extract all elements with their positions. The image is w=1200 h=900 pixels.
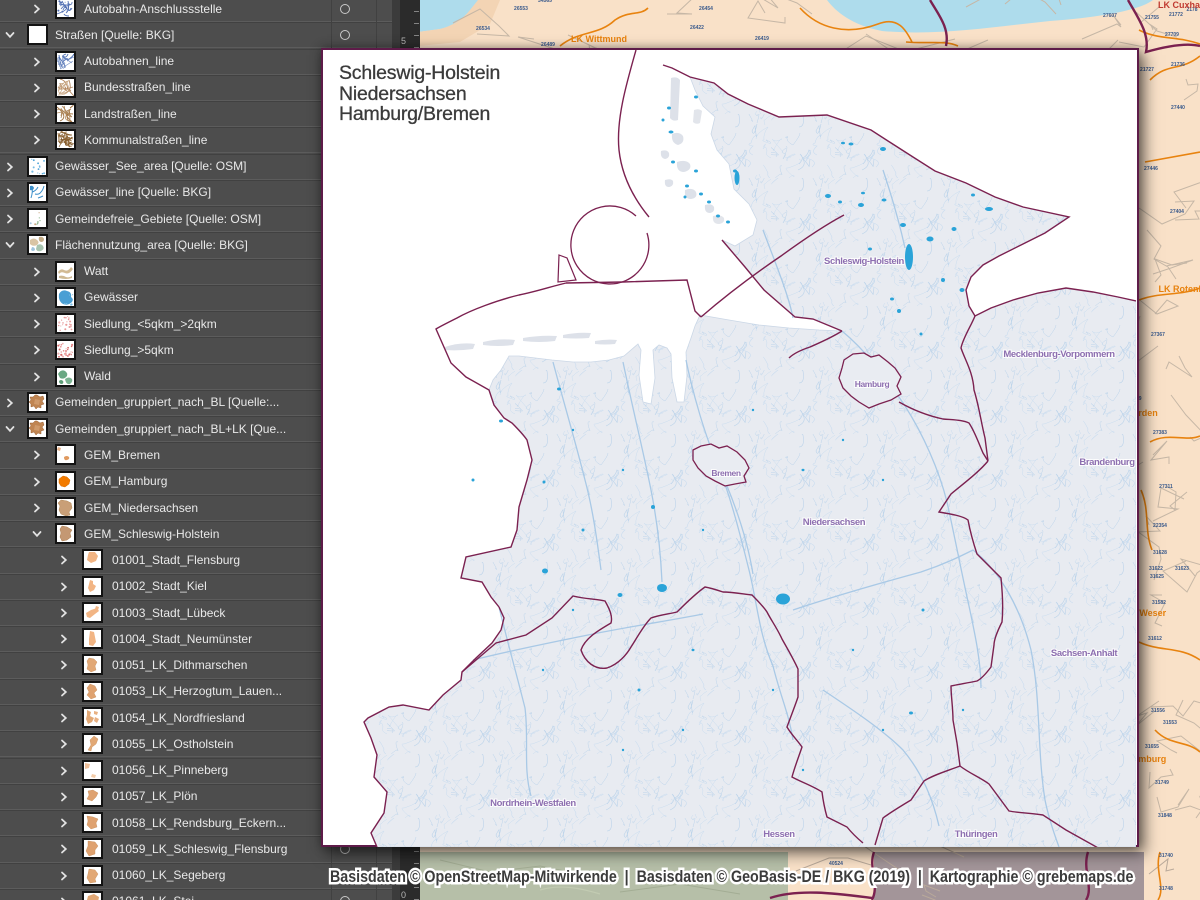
svg-text:Hamburg: Hamburg	[855, 379, 890, 389]
svg-text:22354: 22354	[1153, 523, 1167, 529]
svg-text:Mecklenburg-Vorpommern: Mecklenburg-Vorpommern	[1003, 349, 1115, 360]
svg-text:27440: 27440	[1171, 105, 1185, 111]
svg-text:31848: 31848	[1158, 813, 1172, 819]
svg-text:31748: 31748	[1159, 886, 1173, 892]
svg-text:31553: 31553	[1163, 720, 1177, 726]
svg-text:Bremen: Bremen	[711, 468, 740, 478]
svg-text:LK Rotenbu: LK Rotenbu	[1159, 284, 1200, 294]
svg-text:LK Cuxhave: LK Cuxhave	[1158, 0, 1200, 10]
svg-text:27383: 27383	[1153, 430, 1167, 436]
svg-text:31749: 31749	[1155, 780, 1169, 786]
svg-text:Niedersachsen: Niedersachsen	[803, 517, 866, 528]
svg-text:Nordrhein-Westfalen: Nordrhein-Westfalen	[490, 798, 576, 809]
svg-text:26419: 26419	[755, 36, 769, 42]
svg-text:27446: 27446	[1144, 166, 1158, 172]
svg-text:LK Wittmund: LK Wittmund	[571, 34, 627, 44]
svg-text:34565: 34565	[538, 0, 552, 4]
svg-text:27404: 27404	[1170, 209, 1184, 215]
svg-text:27311: 27311	[1159, 484, 1173, 490]
svg-text:Sachsen-Anhalt: Sachsen-Anhalt	[1051, 648, 1118, 659]
svg-text:31622: 31622	[1149, 566, 1163, 572]
svg-text:27367: 27367	[1151, 332, 1165, 338]
svg-text:21755: 21755	[1145, 15, 1159, 21]
svg-text:31628: 31628	[1153, 550, 1167, 556]
svg-text:26454: 26454	[699, 6, 713, 12]
svg-text:26534: 26534	[476, 26, 490, 32]
svg-text:Hessen: Hessen	[763, 829, 795, 840]
svg-text:31740: 31740	[1159, 853, 1173, 859]
svg-text:26553: 26553	[514, 6, 528, 12]
svg-text:Thüringen: Thüringen	[955, 829, 998, 840]
svg-text:21727: 21727	[1140, 67, 1154, 73]
svg-text:31625: 31625	[1150, 574, 1164, 580]
svg-text:Schleswig-Holstein: Schleswig-Holstein	[824, 256, 904, 267]
svg-text:31612: 31612	[1148, 636, 1162, 642]
svg-text:21736: 21736	[1171, 62, 1185, 68]
svg-text:31655: 31655	[1145, 744, 1159, 750]
svg-text:31582: 31582	[1152, 600, 1166, 606]
svg-text:31623: 31623	[1175, 566, 1189, 572]
svg-text:26422: 26422	[690, 25, 704, 31]
svg-text:rden: rden	[1138, 408, 1158, 418]
svg-text:27607: 27607	[1103, 13, 1117, 19]
svg-text:21772: 21772	[1169, 12, 1183, 18]
svg-text:Brandenburg: Brandenburg	[1079, 457, 1135, 468]
svg-text:27709: 27709	[1165, 32, 1179, 38]
svg-text:31556: 31556	[1151, 708, 1165, 714]
